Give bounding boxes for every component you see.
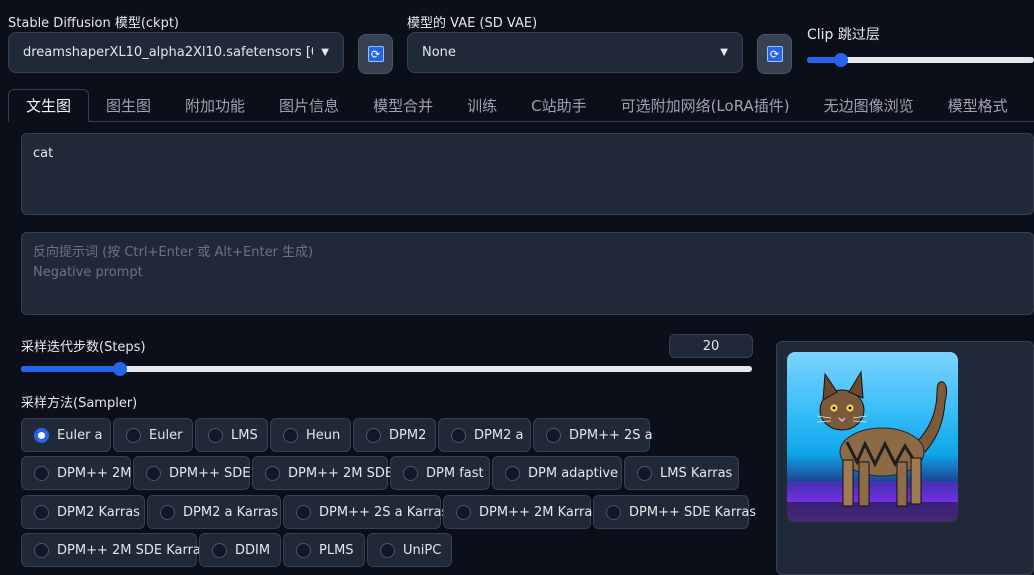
vae-label: 模型的 VAE (SD VAE) [407, 16, 538, 31]
sampler-option[interactable]: Euler [113, 418, 193, 452]
tab-image-browser[interactable]: 无边图像浏览 [807, 89, 931, 121]
generated-image-thumbnail[interactable] [787, 352, 958, 522]
radio-icon [212, 542, 227, 558]
sampler-option[interactable]: DPM2 a Karras [147, 495, 281, 529]
steps-slider-fill [21, 366, 120, 372]
sampler-option[interactable]: DPM++ 2M SDE [252, 456, 393, 490]
radio-icon [126, 427, 141, 443]
sampler-option[interactable]: DPM2 [353, 418, 436, 452]
radio-icon [160, 504, 175, 520]
tab-png-info[interactable]: 图片信息 [262, 89, 356, 121]
model-dropdown[interactable]: dreamshaperXL10_alpha2Xl10.safetensors [… [8, 32, 344, 73]
sampler-option[interactable]: DPM2 a [438, 418, 531, 452]
radio-icon [637, 465, 652, 481]
chevron-down-icon: ▼ [720, 47, 728, 58]
tab-train[interactable]: 训练 [450, 89, 514, 121]
negative-placeholder-cn: 反向提示词 (按 Ctrl+Enter 或 Alt+Enter 生成) [33, 245, 314, 260]
radio-icon [451, 427, 466, 443]
tab-extras[interactable]: 附加功能 [168, 89, 262, 121]
radio-icon [456, 504, 471, 520]
sampler-option[interactable]: DPM adaptive [492, 456, 622, 490]
sampler-option[interactable]: LMS [195, 418, 268, 452]
negative-placeholder-en: Negative prompt [33, 265, 143, 280]
tab-checkpoint-merger[interactable]: 模型合并 [356, 89, 450, 121]
radio-icon [546, 427, 561, 443]
sampler-option[interactable]: Euler a [21, 418, 111, 452]
main-tabs: 文生图 图生图 附加功能 图片信息 模型合并 训练 C站助手 可选附加网络(Lo… [8, 89, 1034, 122]
tab-additional-networks[interactable]: 可选附加网络(LoRA插件) [604, 89, 807, 121]
negative-prompt-input[interactable]: 反向提示词 (按 Ctrl+Enter 或 Alt+Enter 生成) Nega… [21, 232, 1034, 315]
sampler-option[interactable]: DPM++ 2S a [533, 418, 653, 452]
radio-icon [34, 427, 49, 443]
steps-slider[interactable] [21, 362, 752, 376]
sampler-option[interactable]: UniPC [367, 533, 452, 567]
vae-value: None [422, 45, 456, 60]
sampler-option[interactable]: DPM++ SDE [133, 456, 250, 490]
radio-icon [505, 465, 520, 481]
sampler-option[interactable]: PLMS [283, 533, 365, 567]
sampler-option[interactable]: DPM fast [390, 456, 490, 490]
sampler-option[interactable]: DPM++ 2M [21, 456, 131, 490]
radio-icon [296, 504, 311, 520]
sampler-option[interactable]: DPM++ 2M SDE Karras [21, 533, 208, 567]
sampler-label: 采样方法(Sampler) [21, 396, 138, 411]
vae-dropdown[interactable]: None ▼ [407, 32, 743, 73]
prompt-input[interactable]: cat [21, 133, 1034, 215]
vae-refresh-button[interactable]: ⟳ [757, 34, 792, 74]
cat-image [787, 370, 958, 522]
sampler-option[interactable]: DPM2 Karras [21, 495, 145, 529]
steps-slider-thumb[interactable] [112, 362, 127, 376]
steps-number-input[interactable]: 20 [669, 334, 753, 358]
clip-label: Clip 跳过层 [807, 27, 880, 43]
refresh-icon: ⟳ [766, 46, 783, 62]
refresh-icon: ⟳ [367, 46, 384, 62]
radio-icon [403, 465, 418, 481]
radio-icon [606, 504, 621, 520]
radio-icon [380, 542, 395, 558]
radio-icon [34, 504, 49, 520]
prompt-text: cat [33, 146, 54, 161]
model-value: dreamshaperXL10_alpha2Xl10.safetensors [… [23, 45, 314, 60]
model-label: Stable Diffusion 模型(ckpt) [8, 16, 180, 31]
clip-slider-thumb[interactable] [834, 53, 849, 67]
clip-slider[interactable] [807, 53, 1034, 67]
radio-icon [34, 542, 49, 558]
tab-civitai-helper[interactable]: C站助手 [514, 89, 603, 121]
chevron-down-icon: ▼ [321, 47, 329, 58]
sampler-option[interactable]: LMS Karras [624, 456, 739, 490]
radio-icon [146, 465, 161, 481]
tab-txt2img[interactable]: 文生图 [8, 89, 90, 122]
sampler-option[interactable]: DPM++ SDE Karras [593, 495, 756, 529]
tab-model-converter[interactable]: 模型格式 [931, 89, 1025, 121]
radio-icon [34, 465, 49, 481]
sampler-option[interactable]: DPM++ 2S a Karras [283, 495, 448, 529]
model-refresh-button[interactable]: ⟳ [358, 34, 393, 74]
radio-icon [366, 427, 381, 443]
tab-img2img[interactable]: 图生图 [89, 89, 168, 121]
radio-icon [283, 427, 298, 443]
radio-icon [296, 542, 311, 558]
steps-label: 采样迭代步数(Steps) [21, 340, 146, 355]
radio-icon [265, 465, 280, 481]
radio-icon [208, 427, 223, 443]
sampler-option[interactable]: DDIM [199, 533, 281, 567]
steps-value: 20 [702, 338, 720, 354]
steps-slider-track [21, 366, 752, 372]
sampler-option[interactable]: Heun [270, 418, 351, 452]
sampler-option[interactable]: DPM++ 2M Karras [443, 495, 599, 529]
